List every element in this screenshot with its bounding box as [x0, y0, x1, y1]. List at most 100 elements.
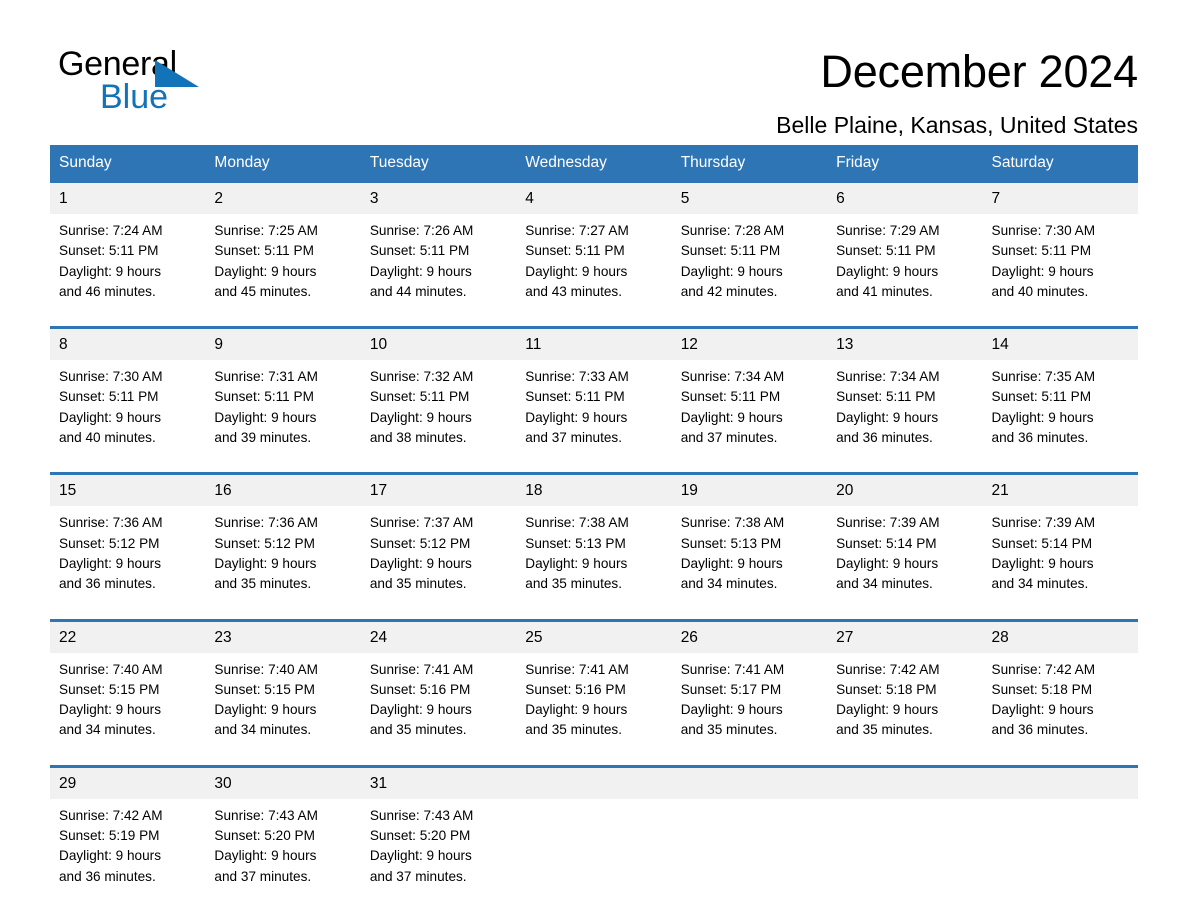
sunrise-time: Sunrise: 7:38 AM — [525, 515, 629, 531]
general-blue-logo[interactable]: General Blue — [58, 46, 248, 120]
sunrise-time: Sunrise: 7:41 AM — [369, 661, 474, 677]
sunrise-time: Sunrise: 7:37 AM — [369, 515, 474, 531]
sunrise-time: Sunrise: 7:28 AM — [680, 223, 785, 238]
calendar-day-cell[interactable]: 17 Sunrise: 7:37 AM Sunset: 5:12 PM Dayligh… — [360, 472, 517, 605]
calendar-day-cell[interactable]: 22 Sunrise: 7:40 AM Sunset: 5:15 PM Dayligh… — [50, 618, 206, 751]
calendar-header-row: Sunday Monday Tuesday Wednesday Thursday… — [50, 145, 1138, 182]
day-details: Sunrise: 7:39 AM Sunset: 5:14 PM Daylight:… — [827, 506, 982, 604]
calendar-day-cell[interactable]: 16 Sunrise: 7:36 AM Sunset: 5:12 PM Dayligh… — [205, 472, 361, 605]
sunset-time: Sunset: 5:13 PM — [680, 535, 782, 551]
day-details: Sunrise: 7:42 AM Sunset: 5:18 PM Daylight:… — [827, 653, 982, 751]
sunrise-time: Sunrise: 7:26 AM — [369, 223, 474, 238]
sunrise-time: Sunrise: 7:42 AM — [59, 807, 163, 823]
column-header-monday: Monday — [205, 145, 361, 182]
calendar-day-cell[interactable]: 26 Sunrise: 7:41 AM Sunset: 5:17 PM Dayligh… — [671, 618, 828, 751]
daylight-duration-line2: and 45 minutes. — [214, 283, 312, 299]
calendar-day-cell[interactable]: 4 Sunrise: 7:27 AM Sunset: 5:11 PM Daylight… — [516, 180, 672, 313]
calendar-day-cell[interactable]: 12 Sunrise: 7:34 AM Sunset: 5:11 PM Dayligh… — [671, 326, 828, 459]
calendar-day-cell[interactable]: 28 Sunrise: 7:42 AM Sunset: 5:18 PM Dayligh… — [982, 618, 1138, 751]
week-spacer-cell — [50, 312, 1138, 328]
day-number: 18 — [516, 475, 672, 507]
daylight-duration-line1: Daylight: 9 hours — [214, 555, 317, 571]
sunrise-time: Sunrise: 7:42 AM — [836, 661, 940, 677]
calendar-day-cell[interactable]: 21 Sunrise: 7:39 AM Sunset: 5:14 PM Dayligh… — [982, 472, 1138, 605]
calendar-day-cell[interactable]: 24 Sunrise: 7:41 AM Sunset: 5:16 PM Dayligh… — [360, 618, 517, 751]
daylight-duration-line2: and 38 minutes. — [369, 430, 467, 446]
calendar-day-cell[interactable]: 8 Sunrise: 7:30 AM Sunset: 5:11 PM Daylight… — [50, 326, 206, 459]
day-number — [982, 767, 1138, 799]
sunrise-time: Sunrise: 7:24 AM — [59, 223, 163, 238]
day-number: 29 — [50, 767, 206, 799]
sunset-time: Sunset: 5:11 PM — [836, 243, 936, 259]
calendar-day-cell[interactable]: 1 Sunrise: 7:24 AM Sunset: 5:11 PM Daylight… — [50, 180, 206, 313]
calendar-day-cell[interactable]: 10 Sunrise: 7:32 AM Sunset: 5:11 PM Dayligh… — [360, 326, 517, 459]
calendar-day-cell[interactable]: 9 Sunrise: 7:31 AM Sunset: 5:11 PM Daylight… — [205, 326, 361, 459]
sunrise-time: Sunrise: 7:39 AM — [991, 515, 1096, 531]
daylight-duration-line1: Daylight: 9 hours — [525, 555, 628, 571]
daylight-duration-line2: and 35 minutes. — [214, 576, 312, 592]
daylight-duration-line2: and 42 minutes. — [680, 283, 778, 299]
calendar-day-cell[interactable]: 2 Sunrise: 7:25 AM Sunset: 5:11 PM Daylight… — [205, 180, 361, 313]
calendar-day-cell[interactable]: 31 Sunrise: 7:43 AM Sunset: 5:20 PM Dayligh… — [360, 764, 517, 900]
calendar-day-cell[interactable]: 20 Sunrise: 7:39 AM Sunset: 5:14 PM Dayligh… — [827, 472, 983, 605]
daylight-duration-line1: Daylight: 9 hours — [991, 555, 1094, 571]
daylight-duration-line1: Daylight: 9 hours — [680, 555, 783, 571]
daylight-duration-line2: and 35 minutes. — [680, 722, 778, 738]
day-number: 7 — [982, 183, 1138, 214]
daylight-duration-line2: and 39 minutes. — [214, 430, 312, 446]
sunrise-time: Sunrise: 7:39 AM — [836, 515, 940, 531]
page-header: General Blue December 2024 Belle Plaine,… — [50, 0, 1138, 138]
calendar-day-cell[interactable]: 25 Sunrise: 7:41 AM Sunset: 5:16 PM Dayligh… — [516, 618, 672, 751]
sunrise-time: Sunrise: 7:32 AM — [369, 369, 474, 385]
calendar-day-cell[interactable]: 14 Sunrise: 7:35 AM Sunset: 5:11 PM Dayligh… — [982, 326, 1138, 459]
calendar-day-cell[interactable]: 3 Sunrise: 7:26 AM Sunset: 5:11 PM Daylight… — [360, 180, 517, 313]
daylight-duration-line1: Daylight: 9 hours — [680, 263, 783, 279]
daylight-duration-line1: Daylight: 9 hours — [991, 702, 1094, 718]
calendar-day-cell[interactable]: 27 Sunrise: 7:42 AM Sunset: 5:18 PM Dayligh… — [827, 618, 983, 751]
day-details: Sunrise: 7:25 AM Sunset: 5:11 PM Daylight:… — [205, 214, 360, 312]
daylight-duration-line2: and 41 minutes. — [836, 283, 933, 299]
calendar-day-cell[interactable]: 18 Sunrise: 7:38 AM Sunset: 5:13 PM Dayligh… — [516, 472, 672, 605]
daylight-duration-line1: Daylight: 9 hours — [991, 263, 1094, 279]
calendar-day-cell[interactable]: 7 Sunrise: 7:30 AM Sunset: 5:11 PM Daylight… — [982, 180, 1138, 313]
week-spacer — [50, 604, 1138, 621]
calendar-day-cell[interactable]: 5 Sunrise: 7:28 AM Sunset: 5:11 PM Daylight… — [671, 180, 828, 313]
week-spacer — [50, 458, 1138, 474]
day-number: 24 — [360, 621, 517, 653]
calendar-day-cell[interactable]: 30 Sunrise: 7:43 AM Sunset: 5:20 PM Dayligh… — [205, 764, 361, 900]
calendar-day-cell[interactable]: 29 Sunrise: 7:42 AM Sunset: 5:19 PM Dayligh… — [50, 764, 206, 900]
sunrise-time: Sunrise: 7:29 AM — [836, 223, 940, 238]
calendar-day-cell[interactable]: 11 Sunrise: 7:33 AM Sunset: 5:11 PM Dayligh… — [516, 326, 672, 459]
daylight-duration-line1: Daylight: 9 hours — [59, 702, 162, 718]
daylight-duration-line2: and 43 minutes. — [525, 283, 622, 299]
column-header-thursday: Thursday — [671, 145, 828, 182]
daylight-duration-line2: and 35 minutes. — [369, 576, 467, 592]
sunrise-time: Sunrise: 7:31 AM — [214, 369, 318, 385]
day-number: 21 — [982, 475, 1138, 507]
daylight-duration-line1: Daylight: 9 hours — [59, 555, 162, 571]
daylight-duration-line2: and 34 minutes. — [680, 576, 778, 592]
day-number: 13 — [827, 329, 983, 361]
calendar-day-cell[interactable]: 19 Sunrise: 7:38 AM Sunset: 5:13 PM Dayligh… — [671, 472, 828, 605]
day-number: 5 — [671, 183, 828, 214]
day-number: 20 — [827, 475, 983, 507]
column-header-tuesday: Tuesday — [360, 145, 517, 182]
day-number: 14 — [982, 329, 1138, 361]
daylight-duration-line2: and 36 minutes. — [991, 430, 1089, 446]
calendar-day-cell[interactable]: 6 Sunrise: 7:29 AM Sunset: 5:11 PM Daylight… — [827, 180, 983, 313]
calendar-day-cell[interactable]: 15 Sunrise: 7:36 AM Sunset: 5:12 PM Dayligh… — [50, 472, 206, 605]
day-details: Sunrise: 7:40 AM Sunset: 5:15 PM Daylight:… — [205, 653, 360, 751]
day-details — [827, 799, 982, 900]
sunset-time: Sunset: 5:11 PM — [525, 389, 625, 405]
calendar-day-cell[interactable]: 13 Sunrise: 7:34 AM Sunset: 5:11 PM Dayligh… — [827, 326, 983, 459]
day-number: 23 — [205, 621, 361, 653]
day-details: Sunrise: 7:31 AM Sunset: 5:11 PM Daylight:… — [205, 360, 360, 458]
day-number: 6 — [827, 183, 983, 214]
sunrise-time: Sunrise: 7:38 AM — [680, 515, 785, 531]
sunset-time: Sunset: 5:11 PM — [991, 389, 1092, 405]
sunset-time: Sunset: 5:19 PM — [59, 828, 160, 844]
daylight-duration-line2: and 40 minutes. — [991, 283, 1089, 299]
daylight-duration-line1: Daylight: 9 hours — [525, 409, 628, 425]
calendar-page: General Blue December 2024 Belle Plaine,… — [0, 0, 1188, 918]
calendar-day-cell[interactable]: 23 Sunrise: 7:40 AM Sunset: 5:15 PM Dayligh… — [205, 618, 361, 751]
